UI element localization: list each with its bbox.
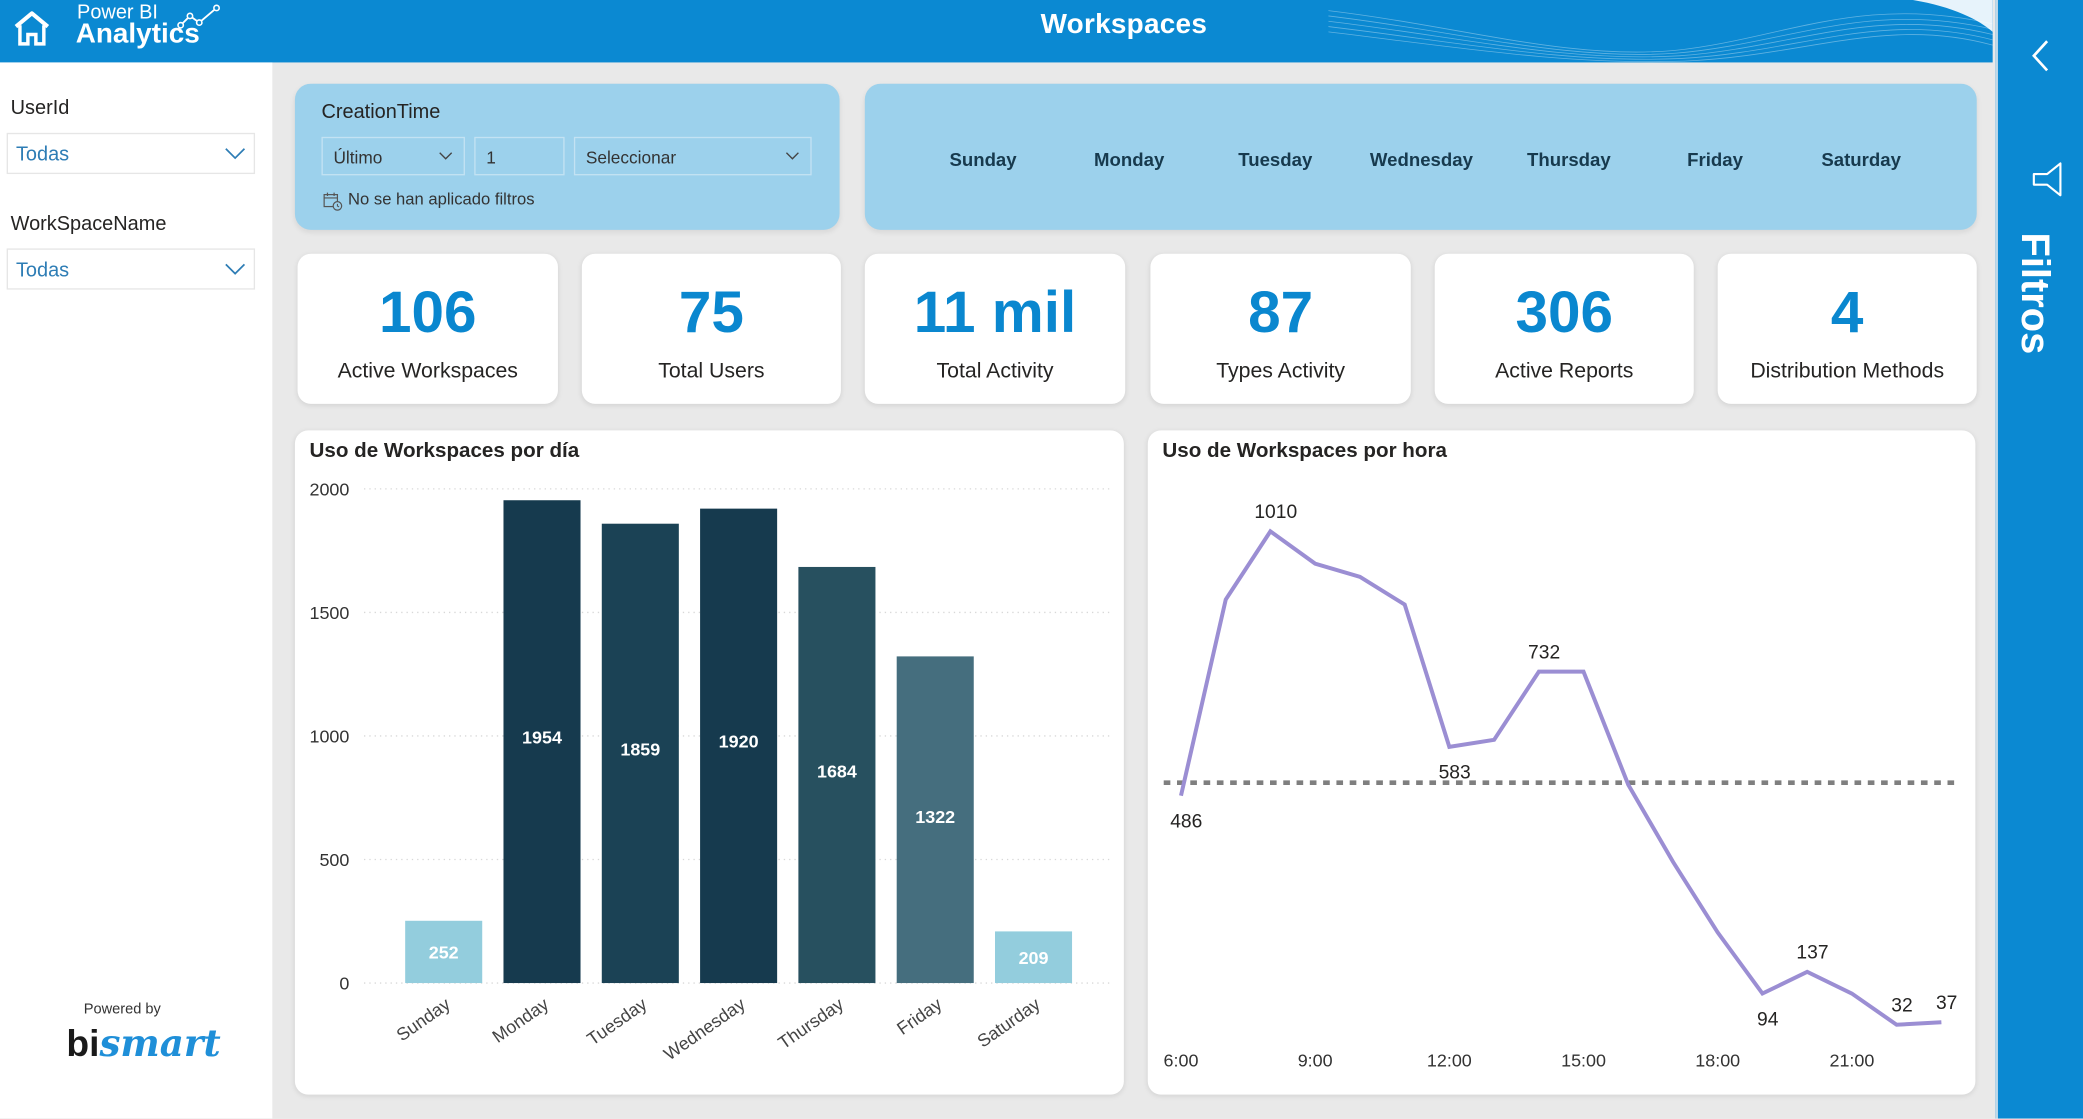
x-tick-label: Tuesday	[583, 994, 650, 1049]
line-data-label: 486	[1170, 812, 1202, 833]
kpi-value: 4	[1830, 280, 1864, 346]
line-data-label: 37	[1936, 993, 1957, 1014]
slicer-label-workspacename: WorkSpaceName	[10, 212, 167, 236]
filter-status-text: No se han aplicado filtros	[348, 189, 535, 209]
kpi-label: Total Activity	[936, 360, 1054, 383]
creationtime-label: CreationTime	[321, 100, 441, 124]
y-tick-label: 1000	[310, 727, 350, 747]
bismart-logo-smart: smart	[99, 1021, 221, 1066]
line-data-label: 732	[1528, 642, 1560, 663]
y-tick-label: 1500	[310, 603, 350, 623]
powered-by-text: Powered by	[83, 1001, 161, 1018]
bismart-logo: bismart	[66, 1022, 220, 1066]
funnel-icon	[2032, 162, 2062, 197]
x-tick-label: Thursday	[775, 994, 848, 1053]
kpi-card-total-activity: 11 mil Total Activity	[864, 253, 1126, 404]
day-button-friday[interactable]: Friday	[1642, 149, 1788, 170]
kpi-value: 306	[1515, 280, 1613, 346]
bar-data-label: 1859	[620, 739, 660, 759]
x-tick-label: Monday	[489, 994, 553, 1047]
chevron-down-icon	[225, 263, 246, 275]
bar-data-label: 1954	[522, 727, 562, 747]
relative-unit-placeholder: Seleccionar	[585, 147, 677, 168]
line-data-label: 1010	[1254, 502, 1297, 523]
calendar-clock-icon	[323, 192, 343, 211]
y-tick-label: 500	[319, 850, 349, 870]
userid-dropdown-value: Todas	[15, 143, 70, 167]
bismart-logo-bi: bi	[66, 1022, 100, 1065]
userid-dropdown[interactable]: Todas	[6, 132, 256, 175]
chevron-down-icon	[225, 148, 246, 160]
bar-data-label: 1322	[915, 807, 955, 827]
slicer-label-userid: UserId	[10, 96, 70, 120]
x-tick-label: 6:00	[1164, 1051, 1199, 1071]
report-header: Power BI Analytics Workspaces	[0, 0, 1993, 63]
day-button-wednesday[interactable]: Wednesday	[1348, 149, 1494, 170]
page-title: Workspaces	[1040, 9, 1208, 40]
chevron-down-icon	[785, 152, 799, 160]
relative-mode-dropdown[interactable]: Último	[321, 136, 465, 176]
kpi-card-active-workspaces: 106 Active Workspaces	[297, 253, 558, 404]
day-button-saturday[interactable]: Saturday	[1788, 149, 1934, 170]
x-tick-label: Saturday	[974, 994, 1044, 1052]
kpi-label: Active Workspaces	[337, 360, 518, 383]
bar-chart: 0 500 1000 1500 2000 252 Sunday 1954 Monday 1859 T…	[310, 480, 1111, 1065]
kpi-label: Distribution Methods	[1750, 360, 1945, 383]
left-slicer-panel: UserId Todas WorkSpaceName Todas Powered…	[0, 62, 273, 1119]
y-tick-label: 2000	[310, 480, 350, 500]
day-button-sunday[interactable]: Sunday	[910, 149, 1056, 170]
kpi-card-active-reports: 306 Active Reports	[1434, 253, 1694, 404]
line-chart-card: Uso de Workspaces por hora 486 1010 583 732…	[1147, 430, 1976, 1095]
line-data-label: 32	[1891, 996, 1912, 1017]
line-data-label: 583	[1439, 763, 1471, 784]
line-data-label: 137	[1796, 943, 1828, 964]
day-of-week-slicer: Sunday Monday Tuesday Wednesday Thursday…	[864, 83, 1977, 230]
chevron-down-icon	[439, 152, 453, 160]
filters-pane-collapsed[interactable]: Filtros	[1995, 0, 2083, 1119]
kpi-value: 75	[678, 280, 744, 346]
kpi-label: Total Users	[658, 360, 765, 383]
kpi-label: Types Activity	[1216, 360, 1345, 383]
relative-count-input[interactable]: 1	[474, 136, 565, 176]
x-tick-label: 12:00	[1427, 1051, 1472, 1071]
relative-mode-value: Último	[333, 147, 383, 168]
creationtime-slicer: CreationTime Último 1 Seleccionar No se …	[294, 83, 840, 230]
kpi-value: 11 mil	[913, 280, 1077, 346]
bar-data-label: 252	[429, 943, 459, 963]
kpi-card-types-activity: 87 Types Activity	[1150, 253, 1411, 404]
x-tick-label: 15:00	[1561, 1051, 1606, 1071]
bar-data-label: 1920	[719, 732, 759, 752]
x-tick-label: 21:00	[1829, 1051, 1874, 1071]
filters-label[interactable]: Filtros	[2011, 232, 2057, 354]
workspacename-dropdown-value: Todas	[15, 259, 70, 282]
x-tick-label: Wednesday	[660, 994, 749, 1065]
x-tick-label: Sunday	[393, 994, 454, 1045]
kpi-card-total-users: 75 Total Users	[581, 253, 841, 404]
kpi-value: 87	[1248, 280, 1314, 346]
x-tick-label: Friday	[893, 994, 945, 1039]
workspacename-dropdown[interactable]: Todas	[6, 248, 256, 290]
y-tick-label: 0	[339, 974, 349, 994]
kpi-card-distribution-methods: 4 Distribution Methods	[1717, 253, 1977, 404]
line-chart: 486 1010 583 732 94 137 32 37 6:00 9:00 12:00 15:00…	[1164, 502, 1959, 1071]
bar-data-label: 1684	[817, 761, 857, 781]
report-canvas: Power BI Analytics Workspaces UserId Tod…	[0, 0, 2083, 1119]
day-button-tuesday[interactable]: Tuesday	[1202, 149, 1348, 170]
x-tick-label: 18:00	[1695, 1051, 1740, 1071]
chevron-left-icon[interactable]	[2030, 39, 2051, 74]
kpi-value: 106	[378, 280, 477, 346]
x-tick-label: 9:00	[1298, 1051, 1333, 1071]
day-button-thursday[interactable]: Thursday	[1496, 149, 1642, 170]
bar-chart-card: Uso de Workspaces por día 0 500 1000 1500 20…	[294, 430, 1124, 1095]
bar-data-label: 209	[1019, 948, 1049, 968]
day-button-monday[interactable]: Monday	[1056, 149, 1202, 170]
line-data-label: 94	[1757, 1009, 1779, 1030]
relative-unit-dropdown[interactable]: Seleccionar	[573, 136, 812, 176]
relative-count-value: 1	[486, 147, 496, 168]
kpi-label: Active Reports	[1495, 360, 1634, 383]
